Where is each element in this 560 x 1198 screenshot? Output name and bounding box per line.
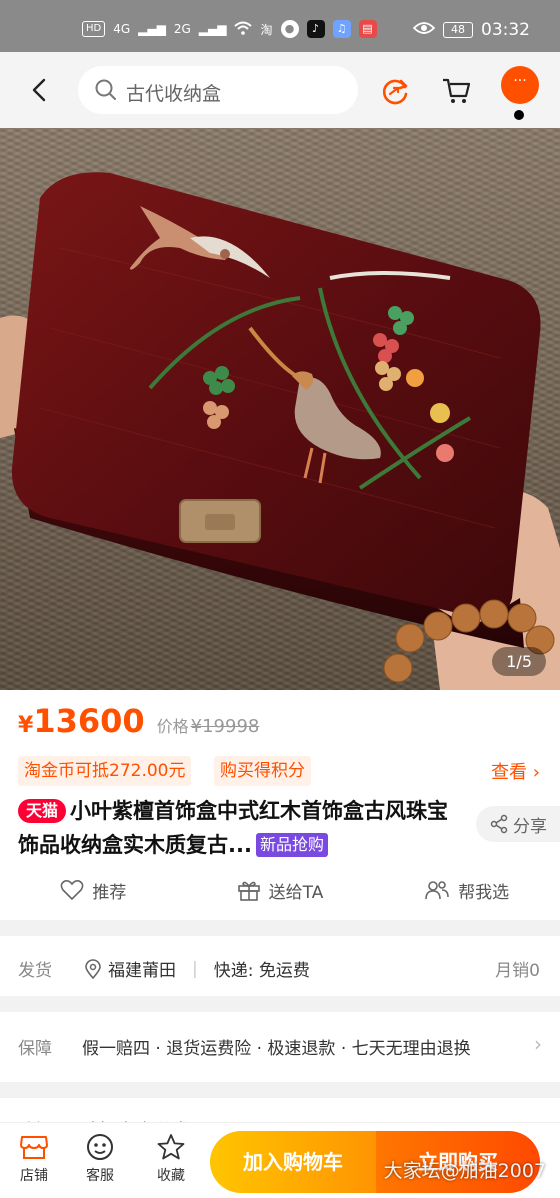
signal-2g: 2G — [173, 22, 191, 36]
chevron-right-icon: › — [532, 762, 540, 783]
tiktok-app-icon: ♪ — [306, 20, 325, 38]
recommend-label: 推荐 — [92, 882, 127, 903]
original-price-label: 价格 — [156, 717, 189, 736]
gift-label: 送给TA — [268, 882, 324, 903]
search-bar[interactable]: 古代收纳盒 — [78, 66, 358, 114]
search-icon — [95, 79, 116, 100]
share-label: 分享 — [513, 816, 547, 837]
store-button[interactable]: 店铺 — [6, 1133, 62, 1185]
new-product-badge[interactable]: 新品抢购 — [255, 833, 328, 857]
guarantee-text: 假一赔四 · 退货运费险 · 极速退款 · 七天无理由退换 — [82, 1039, 471, 1059]
service-label: 客服 — [86, 1168, 114, 1184]
notification-dot — [514, 110, 524, 120]
gift-button[interactable]: 送给TA — [187, 872, 374, 908]
heart-icon — [60, 880, 84, 901]
shipping-label: 发货 — [18, 961, 52, 981]
shipping-location: 福建莆田 — [108, 961, 176, 981]
chevron-right-icon: › — [534, 1032, 542, 1056]
clock: 03:32 — [481, 20, 530, 40]
status-right: 48 03:32 — [412, 20, 530, 40]
favorite-button[interactable]: 收藏 — [143, 1133, 199, 1185]
chat-face-icon — [87, 1134, 113, 1160]
chevron-left-icon — [32, 78, 46, 102]
cart-button[interactable] — [440, 74, 474, 112]
shipping-express: 快递: 免运费 — [213, 961, 310, 981]
chat-app-icon: ● — [280, 20, 299, 38]
jewelry-box-image — [0, 172, 560, 690]
eye-icon — [412, 20, 436, 40]
shopping-cart-icon — [443, 78, 471, 103]
battery-icon: 48 — [443, 22, 473, 38]
help-choose-label: 帮我选 — [458, 882, 510, 903]
signal-4g: 4G — [113, 22, 131, 36]
location-pin-icon — [85, 958, 101, 979]
forum-watermark: 大家坛@加油2007 — [383, 1160, 546, 1182]
recommend-button[interactable]: 推荐 — [0, 872, 187, 908]
top-navigation: 古代收纳盒 ··· — [0, 52, 560, 128]
star-icon — [157, 1134, 185, 1160]
music-app-icon: ♫ — [332, 20, 351, 38]
refresh-share-button[interactable] — [378, 74, 412, 112]
favorite-label: 收藏 — [157, 1168, 185, 1184]
more-menu-button[interactable]: ··· — [501, 66, 539, 104]
signal-bars-icon: ▂▄▆ — [138, 22, 166, 36]
view-promos-link[interactable]: 查看 › — [491, 758, 540, 784]
share-button[interactable]: 分享 — [476, 806, 560, 842]
taobao-app-icon: 淘 — [260, 22, 273, 37]
reader-app-icon: ▤ — [358, 20, 377, 38]
add-to-cart-button[interactable]: 加入购物车 — [210, 1131, 376, 1193]
share-icon — [490, 814, 508, 834]
shipping-info: 福建莆田 | 快递: 免运费 — [84, 956, 310, 981]
guarantee-row[interactable]: 保障 假一赔四 · 退货运费险 · 极速退款 · 七天无理由退换 › — [0, 1012, 560, 1082]
store-label: 店铺 — [20, 1168, 48, 1184]
points-tag[interactable]: 购买得积分 — [214, 756, 311, 786]
monthly-sales: 月销0 — [495, 961, 540, 981]
status-bar: HD 4G ▂▄▆ 2G ▂▄▆ 淘 ● ♪ ♫ ▤ 48 03:32 — [0, 0, 560, 52]
guarantee-label: 保障 — [18, 1039, 52, 1059]
rotate-arrow-icon — [382, 79, 408, 105]
people-icon — [425, 881, 449, 900]
signal-bars-icon: ▂▄▆ — [198, 22, 227, 36]
product-image-gallery[interactable]: 1/5 — [0, 128, 560, 690]
customer-service-button[interactable]: 客服 — [72, 1133, 128, 1185]
shipping-row[interactable]: 发货 福建莆田 | 快递: 免运费 月销0 — [0, 936, 560, 996]
tmall-badge: 天猫 — [18, 799, 67, 823]
action-row: 推荐 送给TA 帮我选 — [0, 872, 560, 908]
price-value: 13600 — [33, 702, 145, 740]
divider: | — [192, 958, 198, 979]
wifi-icon — [234, 21, 253, 38]
store-icon — [20, 1136, 48, 1159]
price-row: ¥ 13600 价格 ¥19998 — [18, 702, 259, 740]
price-currency: ¥ — [18, 713, 34, 738]
coin-discount-tag[interactable]: 淘金币可抵272.00元 — [18, 756, 192, 786]
product-title: 天猫 小叶紫檀首饰盒中式红木首饰盒古风珠宝饰品收纳盒实木质复古... 新品抢购 — [18, 794, 458, 862]
image-counter: 1/5 — [492, 647, 546, 676]
network-badge: HD — [82, 21, 106, 37]
gift-icon — [237, 881, 260, 901]
product-info: ¥ 13600 价格 ¥19998 淘金币可抵272.00元 购买得积分 查看 … — [0, 690, 560, 920]
original-price: ¥19998 — [190, 716, 260, 737]
view-link-label: 查看 — [491, 762, 528, 783]
search-placeholder: 古代收纳盒 — [126, 83, 222, 105]
help-choose-button[interactable]: 帮我选 — [373, 872, 560, 908]
back-button[interactable] — [22, 72, 58, 108]
product-title-text: 小叶紫檀首饰盒中式红木首饰盒古风珠宝饰品收纳盒实木质复古... — [18, 799, 449, 857]
status-left: HD 4G ▂▄▆ 2G ▂▄▆ 淘 ● ♪ ♫ ▤ — [82, 20, 377, 38]
